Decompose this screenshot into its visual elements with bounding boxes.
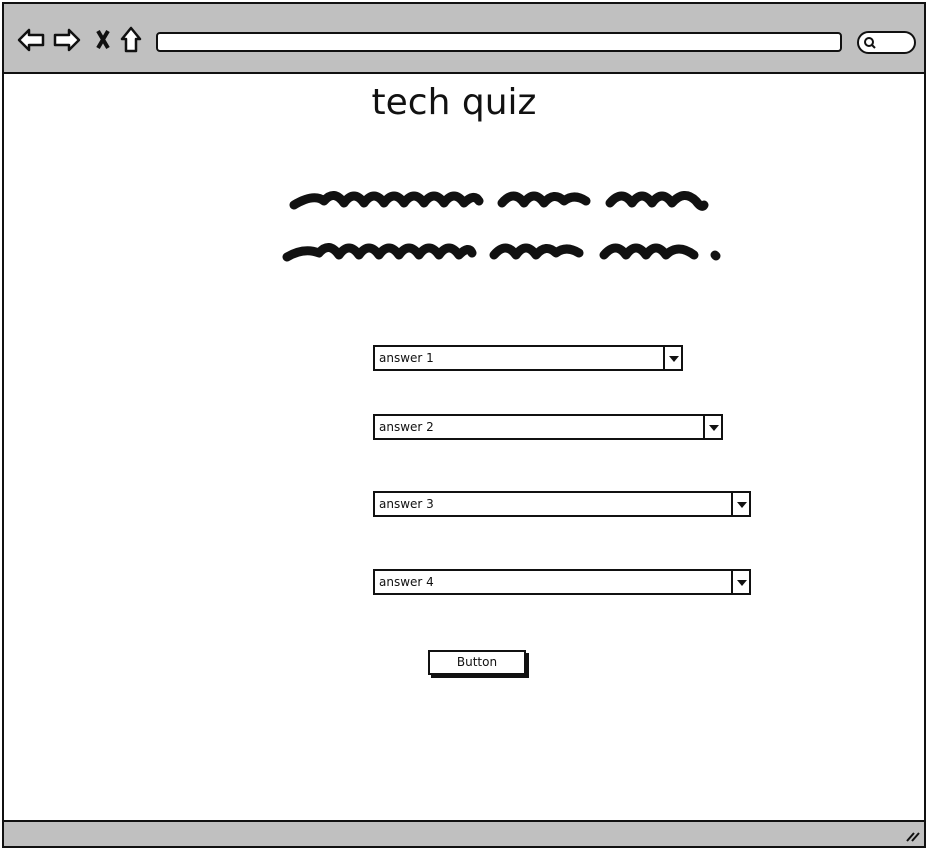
answer-dropdown-2[interactable]: answer 2	[373, 414, 723, 440]
resize-grip-icon[interactable]	[904, 828, 920, 842]
back-arrow-icon[interactable]	[17, 28, 45, 52]
answer-dropdown-3[interactable]: answer 3	[373, 491, 751, 517]
answer-dropdown-value: answer 1	[379, 351, 434, 365]
answer-dropdown-4[interactable]: answer 4	[373, 569, 751, 595]
chevron-down-icon[interactable]	[703, 416, 721, 438]
answer-dropdown-value: answer 2	[379, 420, 434, 434]
answer-dropdown-1[interactable]: answer 1	[373, 345, 683, 371]
status-bar	[4, 820, 924, 846]
question-text-scribble	[282, 191, 721, 262]
chevron-down-icon[interactable]	[731, 493, 749, 515]
forward-arrow-icon[interactable]	[53, 28, 81, 52]
browser-toolbar	[4, 4, 924, 74]
chevron-down-icon[interactable]	[731, 571, 749, 593]
stop-x-icon[interactable]	[96, 29, 110, 50]
browser-window: tech quiz answer 1 answer 2 answer 3 ans…	[2, 2, 926, 848]
magnifier-icon	[864, 37, 876, 49]
chevron-down-icon[interactable]	[663, 347, 681, 369]
submit-button[interactable]: Button	[428, 650, 526, 675]
answer-dropdown-value: answer 4	[379, 575, 434, 589]
home-icon[interactable]	[120, 26, 142, 53]
answer-dropdown-value: answer 3	[379, 497, 434, 511]
page-title: tech quiz	[371, 82, 537, 123]
search-field[interactable]	[857, 31, 916, 54]
url-bar[interactable]	[156, 32, 842, 52]
